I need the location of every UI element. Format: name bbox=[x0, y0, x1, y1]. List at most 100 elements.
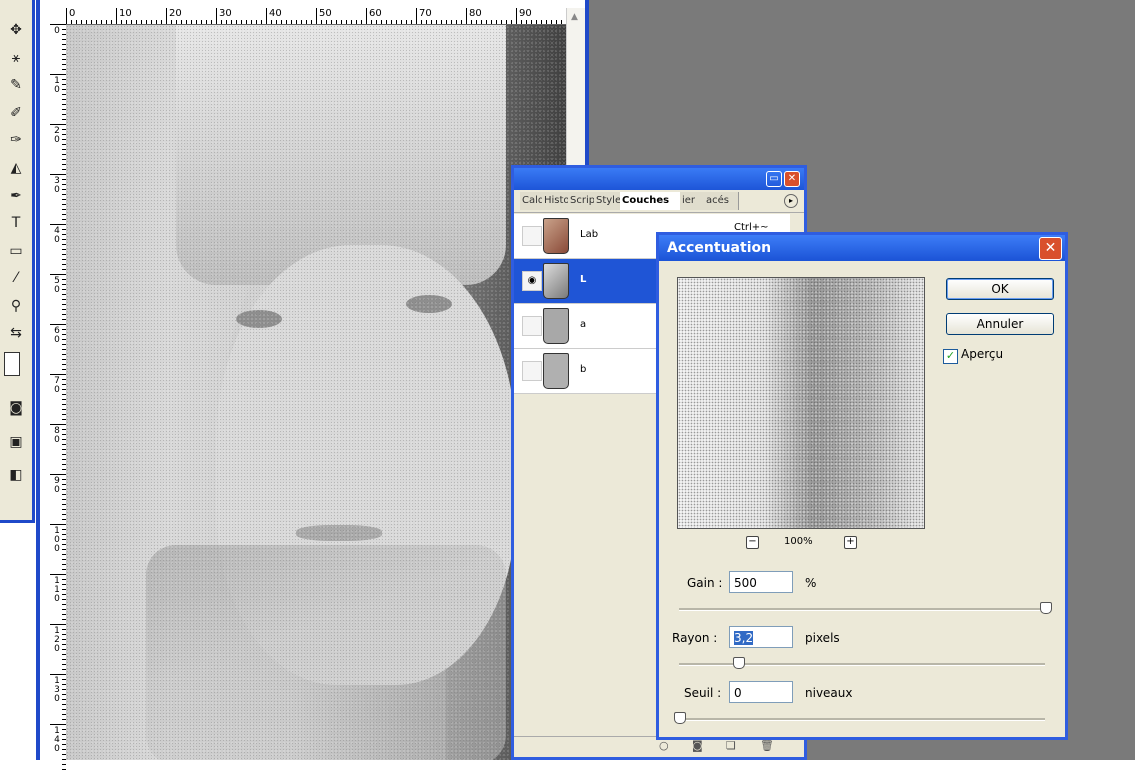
ruler-minor-tick bbox=[226, 20, 227, 24]
gain-slider-thumb[interactable] bbox=[1040, 602, 1052, 614]
ruler-minor-tick bbox=[376, 20, 377, 24]
threshold-slider-thumb[interactable] bbox=[674, 712, 686, 724]
tab-couches[interactable]: Couches bbox=[620, 192, 683, 210]
healing-brush-icon[interactable]: ✎ bbox=[5, 75, 27, 95]
threshold-label: Seuil : bbox=[684, 686, 722, 700]
ruler-minor-tick bbox=[431, 20, 432, 24]
ruler-label: 20 bbox=[169, 8, 182, 19]
ruler-tick bbox=[66, 8, 67, 24]
ruler-label: 3 0 bbox=[54, 176, 60, 195]
bucket-icon[interactable]: ◭ bbox=[5, 158, 27, 178]
ruler-minor-tick bbox=[181, 20, 182, 24]
ruler-label: 50 bbox=[319, 8, 332, 19]
eyedropper-icon[interactable]: ⁄ bbox=[5, 268, 27, 288]
threshold-slider[interactable] bbox=[674, 712, 1045, 724]
ruler-label: 1 1 0 bbox=[54, 576, 60, 604]
ruler-label: 40 bbox=[269, 8, 282, 19]
panel-menu-icon[interactable]: ▸ bbox=[784, 194, 798, 208]
trash-icon[interactable]: 🗑 bbox=[760, 739, 774, 752]
tab-scripts[interactable]: Scrip bbox=[568, 192, 597, 210]
ruler-minor-tick bbox=[111, 20, 112, 24]
ruler-minor-tick bbox=[126, 20, 127, 24]
ruler-minor-tick bbox=[456, 20, 457, 24]
ruler-minor-tick bbox=[141, 20, 142, 24]
visibility-toggle[interactable] bbox=[522, 361, 542, 381]
canvas-image[interactable] bbox=[66, 25, 571, 760]
radius-slider-thumb[interactable] bbox=[732, 657, 745, 669]
eye-icon[interactable]: ◉ bbox=[522, 271, 542, 291]
minimize-icon[interactable]: ▭ bbox=[766, 171, 782, 187]
ruler-minor-tick bbox=[106, 20, 107, 24]
preview-checkbox[interactable]: ✓ bbox=[943, 349, 958, 364]
ruler-minor-tick bbox=[96, 20, 97, 24]
ruler-tick bbox=[50, 224, 66, 225]
ruler-minor-tick bbox=[326, 20, 327, 24]
ruler-tick bbox=[50, 674, 66, 675]
ruler-minor-tick bbox=[396, 20, 397, 24]
ruler-label: 0 bbox=[54, 26, 60, 36]
zoom-in-icon[interactable]: + bbox=[844, 536, 857, 549]
zoom-tool-icon[interactable]: ⚲ bbox=[5, 296, 27, 316]
panel-titlebar[interactable]: ▭ ✕ bbox=[514, 168, 804, 190]
ruler-minor-tick bbox=[296, 20, 297, 24]
tab-styles[interactable]: Style bbox=[594, 192, 623, 210]
gain-field[interactable]: 500 bbox=[729, 571, 793, 593]
ruler-minor-tick bbox=[76, 20, 77, 24]
pen-icon[interactable]: ✒ bbox=[5, 186, 27, 206]
ruler-label: 9 0 bbox=[54, 476, 60, 495]
ruler-minor-tick bbox=[486, 20, 487, 24]
ok-button[interactable]: OK bbox=[946, 278, 1054, 300]
ruler-minor-tick bbox=[386, 20, 387, 24]
ruler-label: 2 0 bbox=[54, 126, 60, 145]
ruler-label: 60 bbox=[369, 8, 382, 19]
tab-traces[interactable]: acés bbox=[704, 192, 739, 210]
close-icon[interactable]: ✕ bbox=[784, 171, 800, 187]
ruler-minor-tick bbox=[336, 20, 337, 24]
ruler-minor-tick bbox=[156, 20, 157, 24]
magic-wand-icon[interactable]: ⚹ bbox=[5, 48, 27, 68]
visibility-toggle[interactable] bbox=[522, 226, 542, 246]
quick-mask-icon[interactable]: ◙ bbox=[5, 398, 27, 418]
ruler-tick bbox=[416, 8, 417, 24]
threshold-unit: niveaux bbox=[805, 686, 853, 700]
zoom-out-icon[interactable]: − bbox=[746, 536, 759, 549]
type-tool-icon[interactable]: T bbox=[5, 213, 27, 233]
radius-field[interactable]: 3,2 bbox=[729, 626, 793, 648]
ruler-minor-tick bbox=[346, 20, 347, 24]
ruler-label: 1 0 0 bbox=[54, 526, 60, 554]
new-channel-icon[interactable]: ❏ bbox=[726, 739, 736, 752]
color-swatch[interactable] bbox=[4, 352, 20, 376]
threshold-field[interactable]: 0 bbox=[729, 681, 793, 703]
swap-colors-icon[interactable]: ⇆ bbox=[5, 323, 27, 343]
tab-historique[interactable]: Histo bbox=[542, 192, 571, 210]
shape-tool-icon[interactable]: ▭ bbox=[5, 241, 27, 261]
ruler-minor-tick bbox=[546, 20, 547, 24]
ruler-label: 6 0 bbox=[54, 326, 60, 345]
save-selection-icon[interactable]: ◙ bbox=[692, 739, 703, 752]
channel-thumbnail bbox=[543, 263, 569, 299]
history-brush-icon[interactable]: ✑ bbox=[5, 130, 27, 150]
filter-preview[interactable] bbox=[677, 277, 925, 529]
ruler-minor-tick bbox=[176, 20, 177, 24]
panel-tabs: Calq Histo Scrip Style Couches ier acés … bbox=[514, 190, 804, 213]
scroll-up-icon[interactable]: ▲ bbox=[571, 12, 581, 22]
gain-slider[interactable] bbox=[679, 602, 1052, 614]
jump-to-icon[interactable]: ◧ bbox=[5, 465, 27, 485]
close-icon[interactable]: ✕ bbox=[1039, 237, 1062, 260]
move-tool-icon[interactable]: ✥ bbox=[5, 20, 27, 40]
ruler-minor-tick bbox=[236, 20, 237, 24]
vertical-ruler: 0 1 0 2 0 3 0 4 0 5 0 6 0 7 0 8 0 9 0 1 0 0 1 1 0 1 … bbox=[50, 24, 67, 770]
tab-chemins[interactable]: ier bbox=[680, 192, 707, 210]
radius-slider[interactable] bbox=[679, 657, 1045, 669]
ruler-minor-tick bbox=[481, 20, 482, 24]
brush-icon[interactable]: ✐ bbox=[5, 103, 27, 123]
screen-mode-icon[interactable]: ▣ bbox=[5, 432, 27, 452]
ruler-minor-tick bbox=[71, 20, 72, 24]
ruler-label: 80 bbox=[469, 8, 482, 19]
ruler-minor-tick bbox=[411, 20, 412, 24]
dialog-titlebar[interactable]: Accentuation ✕ bbox=[659, 235, 1065, 261]
load-selection-icon[interactable]: ○ bbox=[659, 739, 669, 752]
ruler-minor-tick bbox=[231, 20, 232, 24]
visibility-toggle[interactable] bbox=[522, 316, 542, 336]
cancel-button[interactable]: Annuler bbox=[946, 313, 1054, 335]
